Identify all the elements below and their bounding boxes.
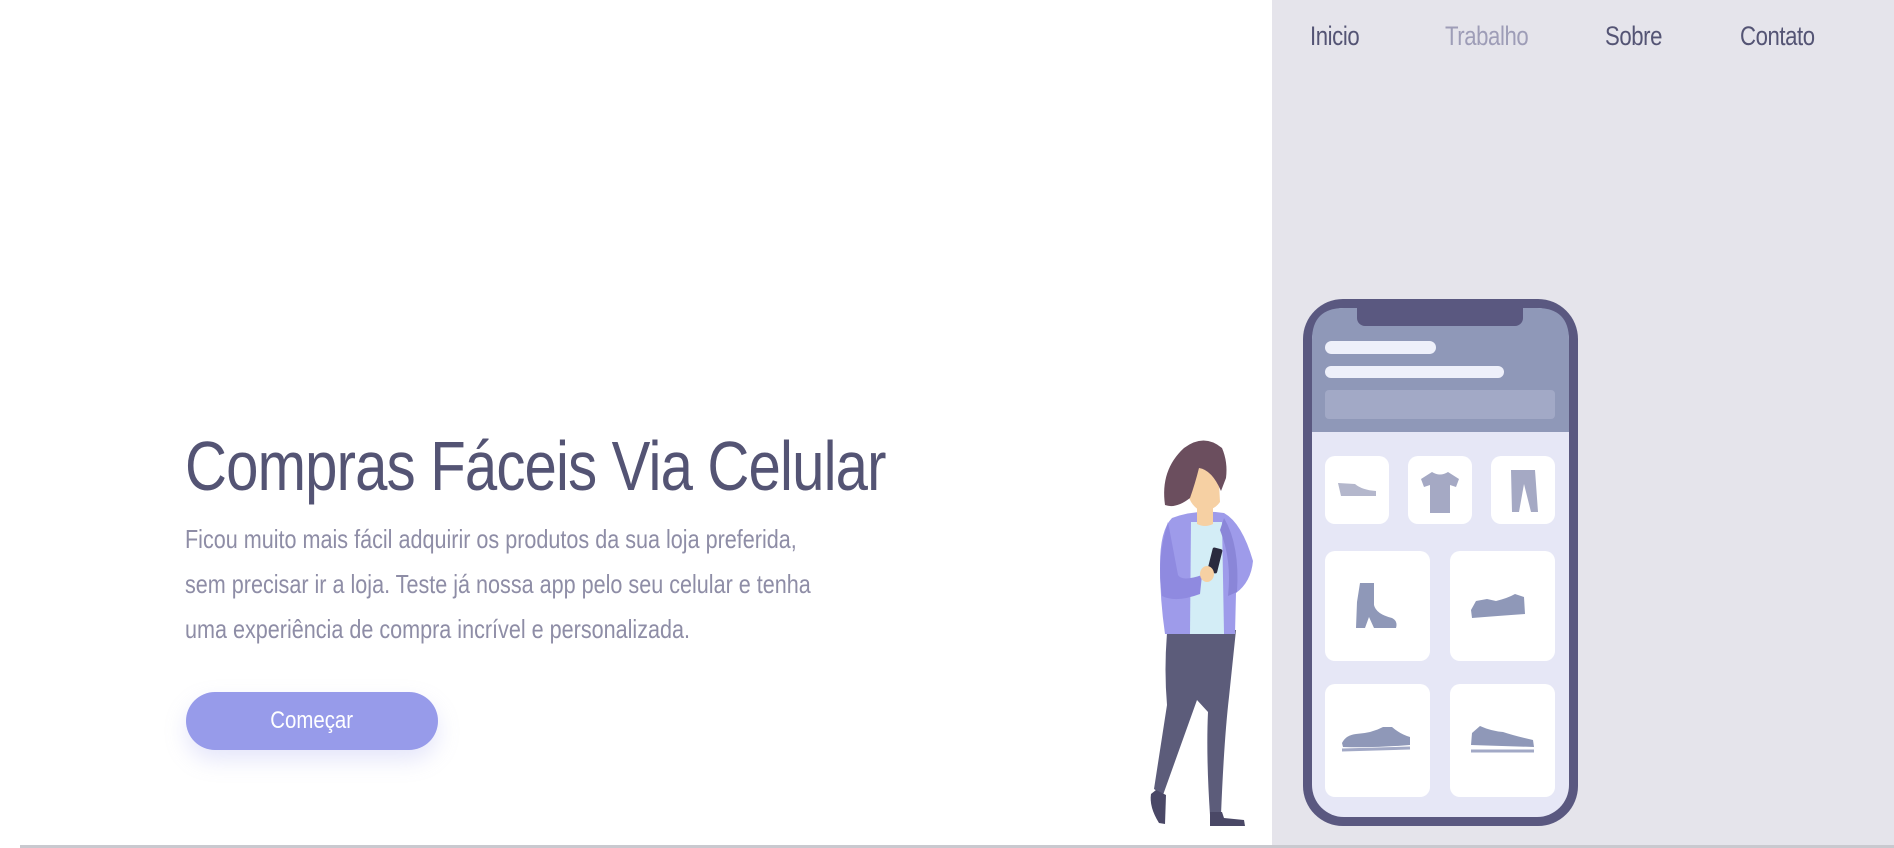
woman-illustration	[1150, 440, 1253, 826]
shopping-illustration	[1150, 299, 1578, 826]
phone-illustration	[1303, 299, 1578, 826]
